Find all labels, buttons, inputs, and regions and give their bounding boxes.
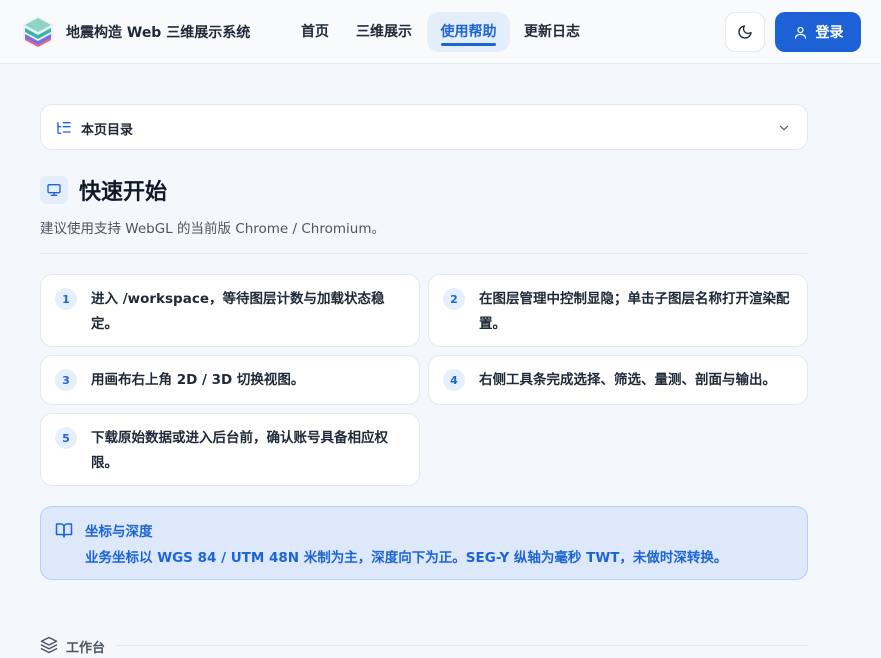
nav-help[interactable]: 使用帮助	[427, 12, 510, 52]
callout-title: 坐标与深度	[85, 524, 153, 540]
toc-label: 本页目录	[81, 123, 134, 138]
step-number: 5	[55, 427, 77, 449]
workspace-divider	[116, 645, 808, 646]
app-logo[interactable]	[20, 14, 56, 50]
step-text: 右侧工具条完成选择、筛选、量测、剖面与输出。	[479, 372, 776, 388]
book-open-icon	[55, 523, 73, 538]
nav-home-label: 首页	[301, 24, 329, 40]
step-card: 1 进入 /workspace，等待图层计数与加载状态稳定。	[40, 274, 420, 347]
section-subtitle: 建议使用支持 WebGL 的当前版 Chrome / Chromium。	[40, 221, 385, 237]
step-number: 3	[55, 369, 77, 391]
theme-toggle-button[interactable]	[725, 12, 765, 52]
monitor-icon	[47, 184, 61, 196]
step-text: 下载原始数据或进入后台前，确认账号具备相应权限。	[91, 430, 388, 471]
step-number: 4	[443, 369, 465, 391]
step-card: 5 下载原始数据或进入后台前，确认账号具备相应权限。	[40, 413, 420, 486]
login-button[interactable]: 登录	[775, 12, 861, 52]
top-header: 地震构造 Web 三维展示系统 首页 三维展示 使用帮助 更新日志 登录	[0, 0, 881, 64]
nav-help-label: 使用帮助	[440, 24, 497, 40]
step-text: 用画布右上角 2D / 3D 切换视图。	[91, 372, 305, 388]
user-icon	[794, 26, 806, 39]
nav-changelog-label: 更新日志	[524, 24, 580, 40]
step-text: 在图层管理中控制显隐；单击子图层名称打开渲染配置。	[479, 291, 790, 332]
step-number: 1	[55, 288, 77, 310]
nav-active-indicator	[441, 43, 496, 46]
list-tree-icon	[57, 122, 71, 134]
step-card: 3 用画布右上角 2D / 3D 切换视图。	[40, 355, 420, 405]
app-title: 地震构造 Web 三维展示系统	[66, 25, 251, 41]
step-card: 4 右侧工具条完成选择、筛选、量测、剖面与输出。	[428, 355, 808, 405]
nav-3d-view-label: 三维展示	[356, 24, 412, 40]
nav-changelog[interactable]: 更新日志	[515, 12, 589, 52]
layers-icon	[40, 636, 58, 654]
nav-3d-view[interactable]: 三维展示	[347, 12, 421, 52]
section-title: 快速开始	[79, 180, 168, 205]
workspace-section-label: 工作台	[66, 641, 106, 656]
login-label: 登录	[815, 25, 844, 41]
section-divider	[40, 253, 808, 254]
moon-icon	[738, 25, 752, 39]
step-card: 2 在图层管理中控制显隐；单击子图层名称打开渲染配置。	[428, 274, 808, 347]
section-icon-box	[40, 176, 68, 204]
page-toc-toggle[interactable]: 本页目录	[40, 104, 808, 150]
chevron-down-icon	[779, 125, 789, 131]
nav-home[interactable]: 首页	[290, 12, 340, 52]
step-number: 2	[443, 288, 465, 310]
step-text: 进入 /workspace，等待图层计数与加载状态稳定。	[91, 291, 385, 332]
callout-body: 业务坐标以 WGS 84 / UTM 48N 米制为主，深度向下为正。SEG-Y…	[85, 550, 728, 566]
info-callout: 坐标与深度 业务坐标以 WGS 84 / UTM 48N 米制为主，深度向下为正…	[40, 506, 808, 580]
